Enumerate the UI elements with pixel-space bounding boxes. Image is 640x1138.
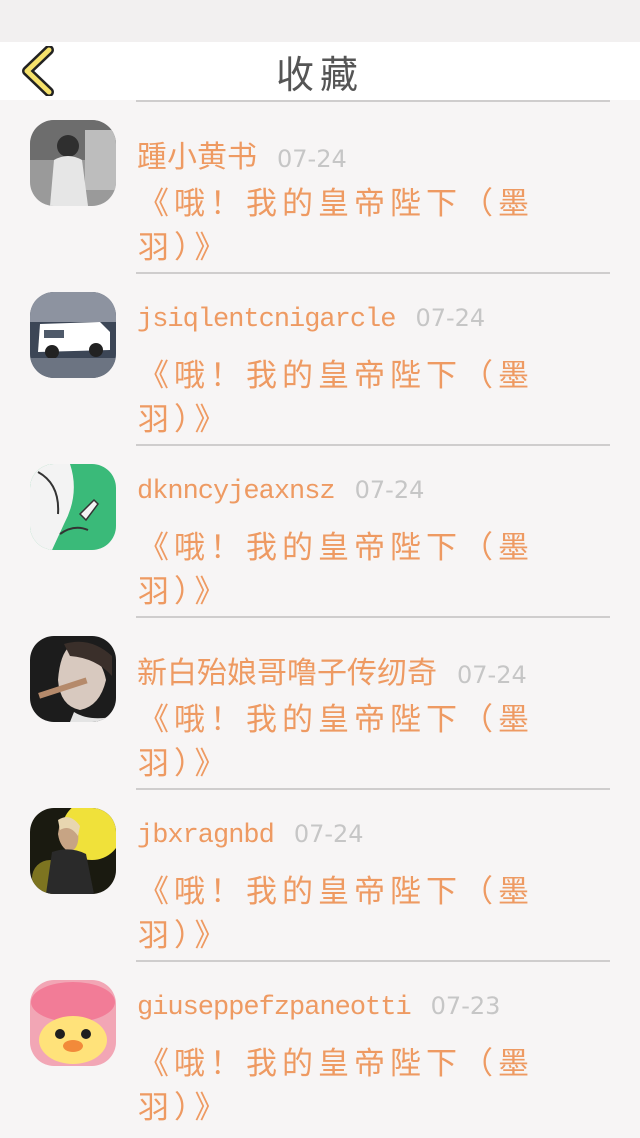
username[interactable]: dknncyjeaxnsz — [137, 477, 336, 507]
avatar[interactable] — [30, 292, 116, 378]
divider — [136, 788, 610, 790]
page-title: 收藏 — [275, 52, 364, 97]
list-item[interactable]: giuseppefzpaneotti 07-23 《哦！我的皇帝陛下（墨羽）》 — [0, 960, 640, 1132]
avatar[interactable] — [30, 120, 116, 206]
divider — [136, 444, 610, 446]
list-item[interactable]: 踵小黄书 07-24 《哦！我的皇帝陛下（墨羽）》 — [0, 100, 640, 272]
list-item[interactable]: jbxragnbd 07-24 《哦！我的皇帝陛下（墨羽）》 — [0, 788, 640, 960]
book-title[interactable]: 《哦！我的皇帝陛下（墨羽）》 — [138, 526, 558, 614]
book-title[interactable]: 《哦！我的皇帝陛下（墨羽）》 — [138, 182, 558, 270]
date: 07-24 — [457, 661, 527, 689]
list-item[interactable]: 新白殆娘哥噜子传纫奇 07-24 《哦！我的皇帝陛下（墨羽）》 — [0, 616, 640, 788]
date: 07-24 — [277, 145, 347, 173]
book-title[interactable]: 《哦！我的皇帝陛下（墨羽）》 — [138, 1042, 558, 1130]
username[interactable]: 踵小黄书 — [137, 132, 257, 176]
username[interactable]: giuseppefzpaneotti — [137, 993, 412, 1023]
divider — [136, 272, 610, 274]
divider — [136, 100, 610, 102]
book-title[interactable]: 《哦！我的皇帝陛下（墨羽）》 — [138, 698, 558, 786]
date: 07-24 — [354, 476, 425, 504]
book-title[interactable]: 《哦！我的皇帝陛下（墨羽）》 — [138, 354, 558, 442]
divider — [136, 616, 610, 618]
date: 07-24 — [415, 304, 486, 332]
title-bar: 收藏 — [0, 42, 640, 100]
status-bar — [0, 0, 640, 42]
back-button[interactable] — [14, 46, 64, 96]
list-item[interactable]: jsiqlentcnigarcle 07-24 《哦！我的皇帝陛下（墨羽）》 — [0, 272, 640, 444]
date: 07-23 — [430, 992, 501, 1020]
divider — [136, 960, 610, 962]
avatar[interactable] — [30, 464, 116, 550]
chevron-left-icon — [22, 46, 54, 96]
favorites-list: 踵小黄书 07-24 《哦！我的皇帝陛下（墨羽）》 jsiqlentcnigar… — [0, 100, 640, 1132]
avatar[interactable] — [30, 980, 116, 1066]
username[interactable]: jbxragnbd — [137, 821, 275, 851]
list-item[interactable]: dknncyjeaxnsz 07-24 《哦！我的皇帝陛下（墨羽）》 — [0, 444, 640, 616]
username[interactable]: 新白殆娘哥噜子传纫奇 — [137, 648, 437, 692]
date: 07-24 — [293, 820, 364, 848]
username[interactable]: jsiqlentcnigarcle — [137, 305, 396, 335]
book-title[interactable]: 《哦！我的皇帝陛下（墨羽）》 — [138, 870, 558, 958]
avatar[interactable] — [30, 808, 116, 894]
avatar[interactable] — [30, 636, 116, 722]
